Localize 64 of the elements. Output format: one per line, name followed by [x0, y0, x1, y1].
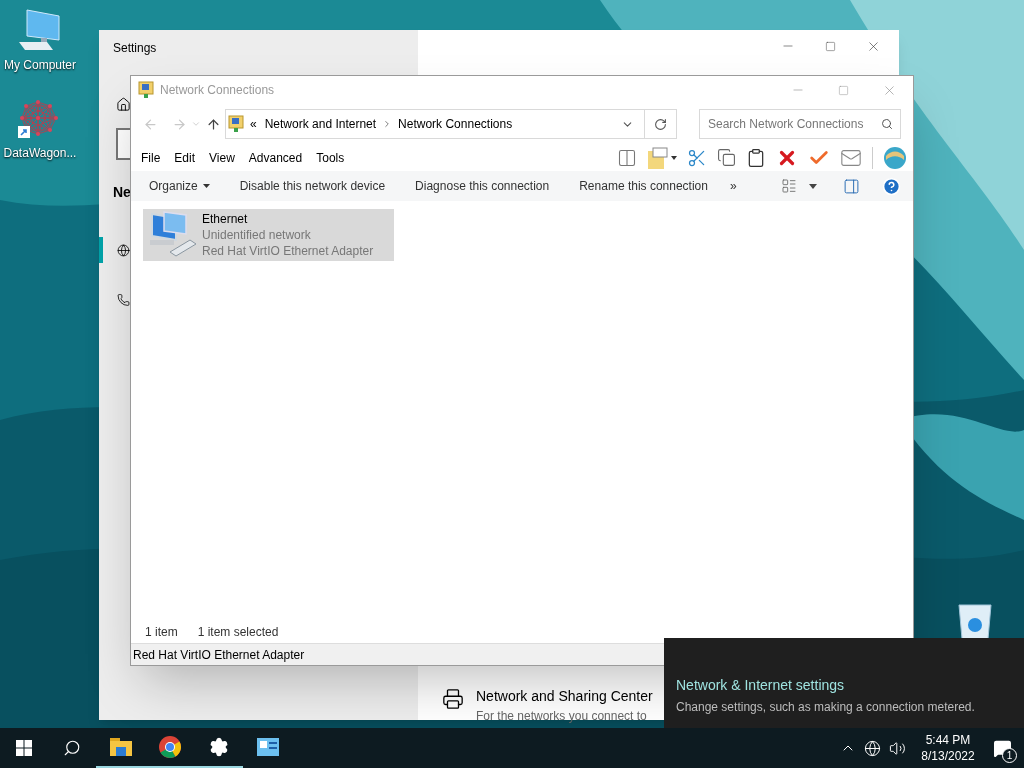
copy-icon[interactable] — [717, 148, 736, 167]
section-heading: Ne — [113, 183, 131, 202]
link-title[interactable]: Network and Sharing Center — [476, 686, 653, 707]
settings-icon — [208, 737, 229, 757]
search-icon[interactable] — [63, 739, 81, 757]
window-title: Settings — [113, 40, 158, 57]
breadcrumb-overflow[interactable]: « — [250, 115, 257, 133]
command-button[interactable]: Organize — [141, 171, 218, 201]
windows-logo-icon[interactable] — [16, 740, 32, 756]
menu-item[interactable]: File — [134, 148, 168, 167]
clipboard-icon[interactable] — [746, 147, 766, 168]
command-button[interactable]: Disable this network device — [231, 171, 394, 201]
home-icon[interactable] — [116, 97, 131, 112]
flyout-description: Change settings, such as making a connection metered. — [676, 699, 976, 716]
speaker-icon[interactable] — [889, 739, 906, 757]
address-bar[interactable]: « Network and Internet Network Connections — [225, 109, 677, 139]
caret-icon — [202, 184, 210, 188]
search-field[interactable] — [116, 128, 130, 160]
recycle-bin-icon[interactable] — [955, 603, 995, 639]
window-title: Network Connections — [160, 82, 275, 99]
preview-pane-icon[interactable] — [843, 177, 860, 195]
clock-date: 8/13/2022 — [921, 748, 975, 764]
globe-icon[interactable] — [883, 145, 907, 170]
folder-icon — [109, 738, 132, 756]
connection-device: Red Hat VirtIO Ethernet Adapter — [202, 243, 374, 259]
scissors-icon[interactable] — [687, 147, 707, 168]
computer-icon[interactable] — [17, 8, 63, 52]
menu-item[interactable]: Tools — [309, 148, 352, 167]
network-folder-icon — [138, 81, 154, 99]
command-button[interactable]: Diagnose this connection — [407, 171, 558, 201]
menu-item[interactable]: Edit — [167, 148, 203, 167]
breadcrumb-item[interactable]: Network and Internet — [264, 115, 377, 133]
desktop-icon-label[interactable]: DataWagon... — [3, 144, 77, 162]
menu-item[interactable]: View — [202, 148, 242, 167]
layout-icon[interactable] — [617, 147, 637, 168]
item-count: 1 item — [145, 624, 178, 641]
phone-icon — [117, 293, 130, 307]
folder-options-icon[interactable] — [647, 146, 677, 169]
more-commands-button[interactable]: » — [729, 177, 737, 195]
up-icon[interactable] — [206, 116, 221, 132]
selection-count: 1 item selected — [197, 624, 279, 641]
menu-item[interactable]: Advanced — [241, 148, 310, 167]
details-text: Red Hat VirtIO Ethernet Adapter — [133, 646, 305, 664]
globe-icon — [117, 242, 130, 258]
browser-icon — [157, 735, 182, 759]
control-panel-icon — [256, 738, 279, 756]
clock[interactable]: 5:44 PM 8/13/2022 — [916, 732, 980, 764]
notification-count: 1 — [1002, 748, 1017, 763]
settings-link[interactable]: Network & Internet settings — [676, 675, 1024, 696]
view-options-icon[interactable] — [781, 178, 797, 194]
link-description: For the networks you connect to — [476, 708, 648, 725]
help-icon[interactable] — [882, 176, 901, 196]
connection-status: Unidentified network — [202, 227, 312, 243]
command-button[interactable]: Rename this connection — [571, 171, 716, 201]
clock-time: 5:44 PM — [925, 732, 971, 748]
printer-icon — [442, 688, 464, 710]
connection-name: Ethernet — [202, 211, 249, 227]
connection-item[interactable]: Ethernet Unidentified network Red Hat VirtIO Ethernet Adapter — [143, 209, 394, 261]
network-folder-icon — [228, 115, 244, 133]
network-icon[interactable] — [864, 739, 881, 757]
caret-icon[interactable] — [809, 183, 817, 189]
desktop-icon-label[interactable]: My Computer — [4, 56, 76, 74]
breadcrumb-item[interactable]: Network Connections — [398, 115, 513, 133]
refresh-icon[interactable] — [654, 117, 667, 131]
